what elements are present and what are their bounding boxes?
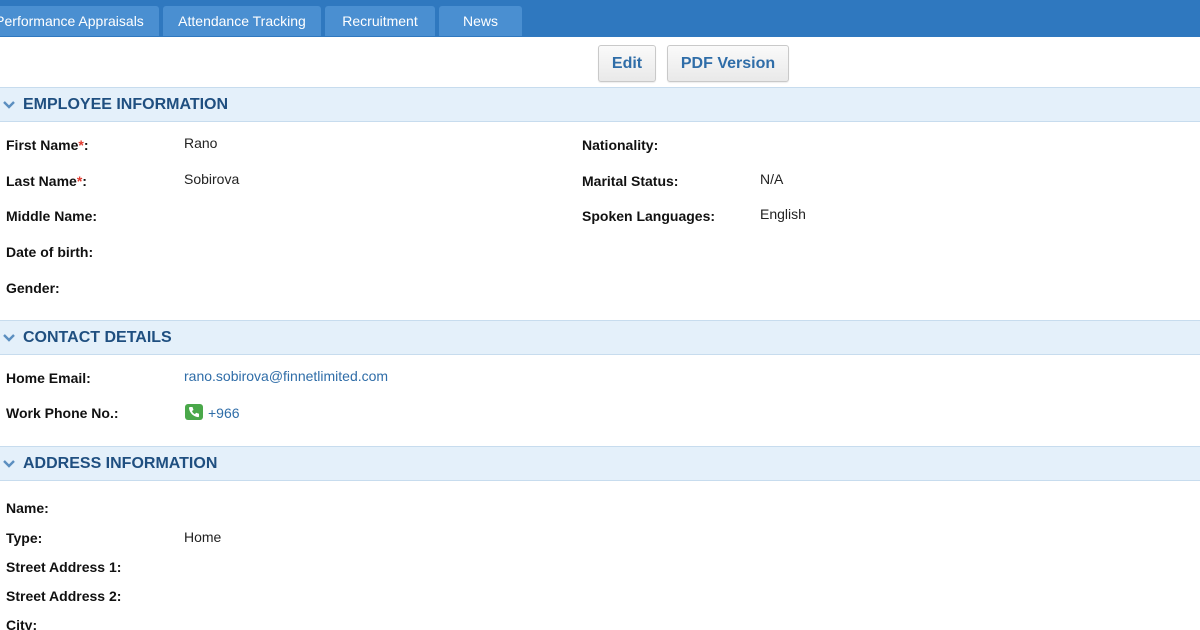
spoken-languages-value: English — [760, 206, 806, 222]
middle-name-label: Middle Name: — [6, 208, 98, 224]
section-title: CONTACT DETAILS — [23, 329, 172, 346]
home-email-label: Home Email: — [6, 370, 91, 386]
street-address-2-label: Street Address 2: — [6, 588, 122, 604]
city-label: City: — [6, 617, 38, 630]
marital-status-value: N/A — [760, 171, 784, 187]
edit-button[interactable]: Edit — [598, 45, 656, 82]
date-of-birth-label: Date of birth: — [6, 244, 94, 260]
work-phone-link[interactable]: +966 — [208, 405, 240, 421]
phone-icon — [185, 404, 203, 420]
section-title: EMPLOYEE INFORMATION — [23, 96, 229, 113]
tab-attendance-tracking[interactable]: Attendance Tracking — [163, 6, 321, 36]
employee-information-header[interactable]: EMPLOYEE INFORMATION — [0, 87, 1200, 122]
first-name-label: First Name*: — [6, 137, 89, 153]
chevron-down-icon — [3, 334, 15, 342]
chevron-down-icon — [3, 460, 15, 468]
section-title: ADDRESS INFORMATION — [23, 455, 218, 472]
nationality-label: Nationality: — [582, 137, 659, 153]
last-name-value: Sobirova — [184, 171, 240, 187]
home-email-link[interactable]: rano.sobirova@finnetlimited.com — [184, 368, 388, 384]
first-name-value: Rano — [184, 135, 218, 151]
tab-news[interactable]: News — [439, 6, 522, 36]
chevron-down-icon — [3, 101, 15, 109]
last-name-label: Last Name*: — [6, 173, 87, 189]
tab-performance-appraisals[interactable]: Performance Appraisals — [0, 6, 159, 36]
marital-status-label: Marital Status: — [582, 173, 679, 189]
address-name-label: Name: — [6, 500, 49, 516]
spoken-languages-label: Spoken Languages: — [582, 208, 716, 224]
address-type-value: Home — [184, 529, 222, 545]
work-phone-label: Work Phone No.: — [6, 405, 119, 421]
pdf-version-button[interactable]: PDF Version — [667, 45, 789, 82]
address-type-label: Type: — [6, 530, 43, 546]
tab-recruitment[interactable]: Recruitment — [325, 6, 435, 36]
contact-details-header[interactable]: CONTACT DETAILS — [0, 320, 1200, 355]
street-address-1-label: Street Address 1: — [6, 559, 122, 575]
gender-label: Gender: — [6, 280, 60, 296]
address-information-header[interactable]: ADDRESS INFORMATION — [0, 446, 1200, 481]
